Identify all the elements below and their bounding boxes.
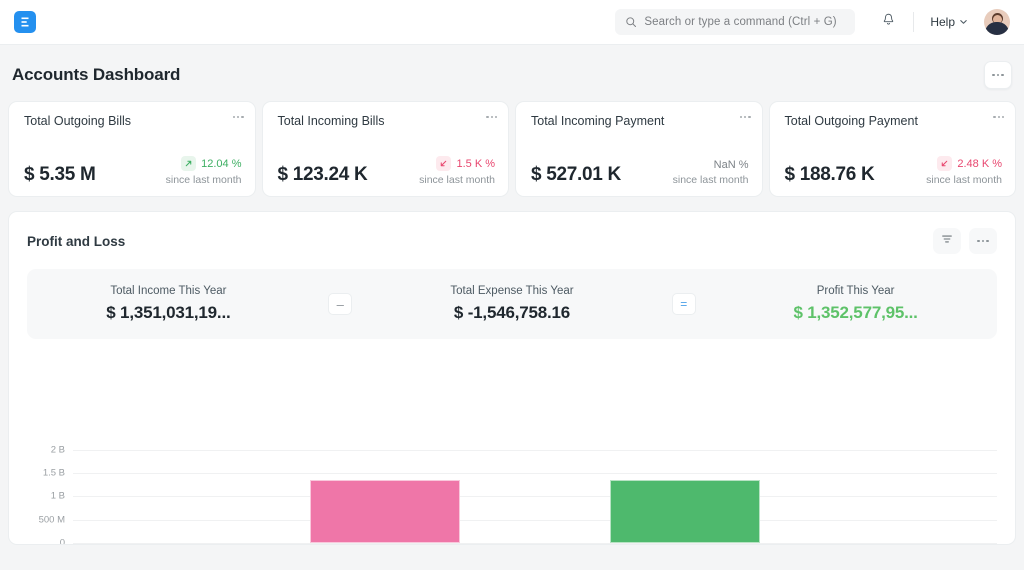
- chart-y-tick-label: 1 B: [51, 491, 65, 502]
- card-delta-value: NaN %: [714, 159, 749, 171]
- number-card-incoming-payment[interactable]: Total Incoming Payment $ 527.01 K NaN % …: [515, 101, 763, 197]
- card-value: $ 123.24 K: [278, 164, 368, 186]
- total-income-label: Total Income This Year: [93, 285, 243, 297]
- search-placeholder: Search or type a command (Ctrl + G): [644, 16, 836, 28]
- card-delta-subtitle: since last month: [419, 174, 495, 186]
- card-title: Total Incoming Payment: [531, 114, 748, 128]
- navbar-divider: [913, 12, 914, 32]
- avatar[interactable]: [984, 9, 1010, 35]
- widget-actions: [933, 228, 997, 254]
- chart-bar[interactable]: [310, 480, 460, 543]
- chart-y-tick-label: 500 M: [39, 514, 65, 525]
- card-delta: 1.5 K % since last month: [419, 156, 495, 186]
- chart-plot-area: 2 B1.5 B1 B500 M0-500 M: [73, 450, 997, 545]
- card-value: $ 527.01 K: [531, 164, 621, 186]
- arrow-down-left-icon: [436, 156, 451, 171]
- widget-menu-button[interactable]: [969, 228, 997, 254]
- total-expense-block: Total Expense This Year $ -1,546,758.16: [437, 285, 587, 323]
- total-expense-label: Total Expense This Year: [437, 285, 587, 297]
- page-header: Accounts Dashboard: [0, 45, 1024, 101]
- arrow-up-right-icon: [181, 156, 196, 171]
- notifications-button[interactable]: [875, 9, 901, 35]
- chart-gridline: 0: [73, 543, 997, 544]
- total-income-block: Total Income This Year $ 1,351,031,19...: [93, 285, 243, 323]
- ellipsis-icon[interactable]: [486, 116, 497, 118]
- chart-gridline: 500 M: [73, 520, 997, 521]
- total-expense-value: $ -1,546,758.16: [437, 303, 587, 323]
- widget-header: Profit and Loss: [27, 228, 997, 254]
- profit-label: Profit This Year: [781, 285, 931, 297]
- card-delta-value: 1.5 K %: [456, 158, 495, 170]
- chart-gridline: 1.5 B: [73, 473, 997, 474]
- number-card-row: Total Outgoing Bills $ 5.35 M 12.04 % si…: [0, 101, 1024, 197]
- widget-title: Profit and Loss: [27, 234, 125, 249]
- card-value: $ 5.35 M: [24, 164, 96, 186]
- chevron-down-icon: [959, 15, 968, 29]
- ellipsis-icon[interactable]: [233, 116, 244, 118]
- avatar-body: [985, 22, 1009, 35]
- card-title: Total Outgoing Payment: [785, 114, 1002, 128]
- card-value: $ 188.76 K: [785, 164, 875, 186]
- arrow-down-left-icon: [937, 156, 952, 171]
- operator-minus: –: [328, 293, 352, 315]
- profit-and-loss-widget: Profit and Loss Total Income This Year $…: [8, 211, 1016, 545]
- bell-icon: [881, 12, 896, 32]
- card-delta-subtitle: since last month: [673, 174, 749, 186]
- help-label: Help: [930, 15, 955, 29]
- card-body: $ 188.76 K 2.48 K % since last month: [785, 156, 1003, 186]
- filter-button[interactable]: [933, 228, 961, 254]
- ellipsis-icon: [992, 74, 1004, 77]
- card-delta-subtitle: since last month: [166, 174, 242, 186]
- number-card-outgoing-payment[interactable]: Total Outgoing Payment $ 188.76 K 2.48 K…: [769, 101, 1017, 197]
- total-income-value: $ 1,351,031,19...: [93, 303, 243, 323]
- card-body: $ 527.01 K NaN % since last month: [531, 159, 749, 186]
- chart-gridline: 1 B: [73, 496, 997, 497]
- chart-y-tick-label: 0: [60, 537, 65, 545]
- ellipsis-icon: [977, 240, 989, 243]
- card-title: Total Incoming Bills: [278, 114, 495, 128]
- card-delta-value: 2.48 K %: [957, 158, 1002, 170]
- chart-y-tick-label: 2 B: [51, 445, 65, 456]
- card-delta: NaN % since last month: [673, 159, 749, 186]
- help-menu-button[interactable]: Help: [926, 12, 972, 32]
- card-title: Total Outgoing Bills: [24, 114, 241, 128]
- chart-gridline: 2 B: [73, 450, 997, 451]
- profit-value: $ 1,352,577,95...: [781, 303, 931, 323]
- ellipsis-icon[interactable]: [993, 116, 1004, 118]
- page-menu-button[interactable]: [984, 61, 1012, 89]
- search-input[interactable]: Search or type a command (Ctrl + G): [615, 9, 855, 35]
- filter-icon: [941, 232, 953, 250]
- card-delta: 2.48 K % since last month: [926, 156, 1002, 186]
- card-body: $ 123.24 K 1.5 K % since last month: [278, 156, 496, 186]
- navbar: Search or type a command (Ctrl + G) Help: [0, 0, 1024, 45]
- chart-y-tick-label: 1.5 B: [43, 468, 65, 479]
- number-card-outgoing-bills[interactable]: Total Outgoing Bills $ 5.35 M 12.04 % si…: [8, 101, 256, 197]
- page-title: Accounts Dashboard: [12, 65, 180, 85]
- card-delta: 12.04 % since last month: [166, 156, 242, 186]
- pl-summary-bar: Total Income This Year $ 1,351,031,19...…: [27, 269, 997, 339]
- erpnext-logo-icon[interactable]: [14, 11, 36, 33]
- card-delta-value: 12.04 %: [201, 158, 241, 170]
- chart-bar[interactable]: [610, 480, 760, 543]
- card-body: $ 5.35 M 12.04 % since last month: [24, 156, 242, 186]
- search-icon: [625, 16, 637, 28]
- card-delta-subtitle: since last month: [926, 174, 1002, 186]
- navbar-right: Search or type a command (Ctrl + G) Help: [615, 9, 1010, 35]
- operator-equals: =: [672, 293, 696, 315]
- profit-loss-chart: 2 B1.5 B1 B500 M0-500 M 2020-2021 Income…: [27, 450, 997, 544]
- profit-block: Profit This Year $ 1,352,577,95...: [781, 285, 931, 323]
- ellipsis-icon[interactable]: [740, 116, 751, 118]
- number-card-incoming-bills[interactable]: Total Incoming Bills $ 123.24 K 1.5 K % …: [262, 101, 510, 197]
